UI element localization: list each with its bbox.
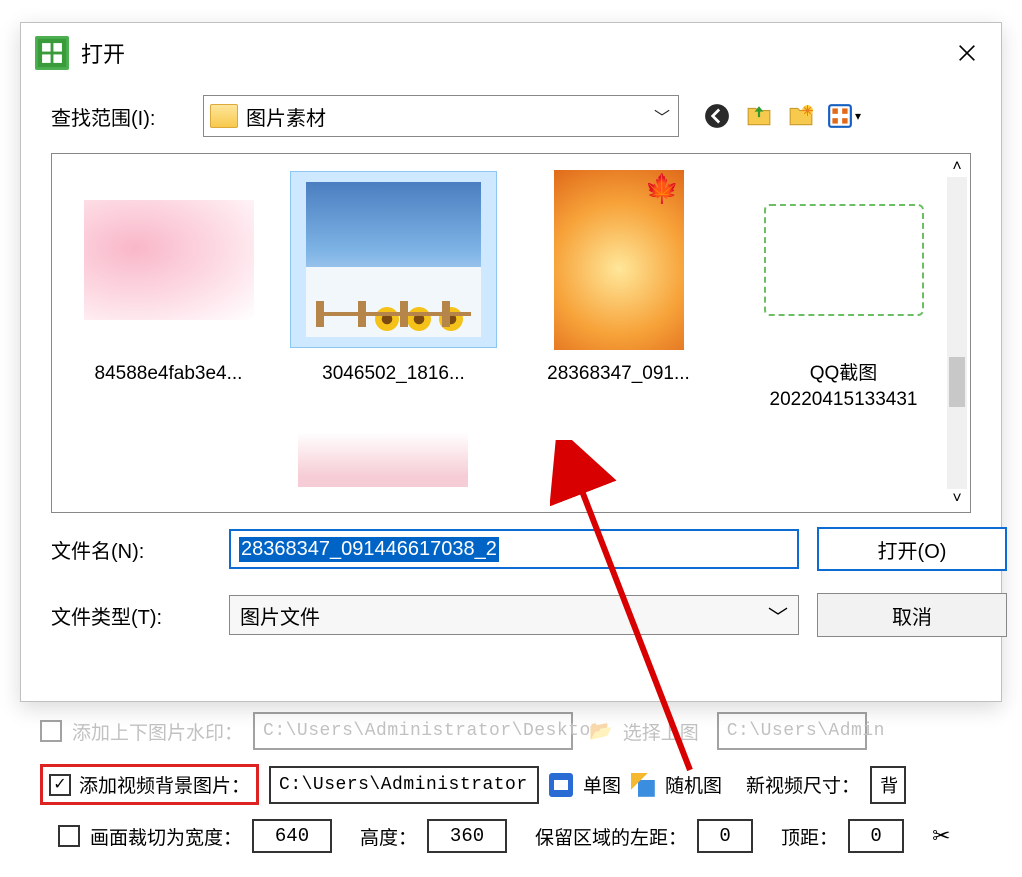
filetype-label: 文件类型(T): — [51, 601, 211, 630]
scroll-handle[interactable] — [949, 357, 965, 407]
filename-label: 文件名(N): — [51, 535, 211, 564]
file-thumb-partial[interactable] — [298, 432, 468, 487]
back-icon[interactable] — [701, 100, 733, 132]
up-folder-icon[interactable] — [743, 100, 775, 132]
file-name: QQ截图20220415133431 — [741, 361, 946, 412]
app-icon — [35, 36, 69, 70]
chevron-down-icon: ﹀ — [654, 104, 670, 128]
watermark-path-field[interactable]: C:\Users\Administrator\Deskto — [253, 712, 573, 750]
file-thumb[interactable]: QQ截图20220415133431 — [741, 172, 946, 412]
new-folder-icon[interactable] — [785, 100, 817, 132]
thumbnail-image — [306, 182, 481, 337]
folder-icon — [210, 104, 238, 128]
random-image-label[interactable]: 随机图 — [665, 771, 722, 798]
thumbnail-image — [554, 170, 684, 350]
file-name: 28368347_091... — [516, 361, 721, 387]
file-thumb-selected[interactable]: 3046502_1816... — [291, 172, 496, 387]
file-thumb[interactable]: 84588e4fab3e4... — [66, 172, 271, 387]
parent-window-strip: 添加上下图片水印： C:\Users\Administrator\Deskto … — [0, 702, 1022, 877]
file-name: 3046502_1816... — [291, 361, 496, 387]
cancel-button[interactable]: 取消 — [817, 593, 1007, 637]
scissors-icon[interactable]: ✂ — [932, 823, 950, 849]
crop-label: 画面裁切为宽度： — [90, 823, 242, 850]
keep-top-label: 顶距： — [781, 823, 838, 850]
scroll-up-icon[interactable]: ˄ — [947, 157, 967, 177]
view-mode-icon[interactable]: ▾ — [827, 100, 861, 132]
checkbox-crop[interactable] — [58, 825, 80, 847]
watermark-label: 添加上下图片水印： — [72, 718, 243, 745]
keep-left-label: 保留区域的左距： — [535, 823, 687, 850]
titlebar: 打开 — [21, 23, 1001, 81]
crop-width-field[interactable]: 640 — [252, 819, 332, 853]
scroll-down-icon[interactable]: ˅ — [947, 489, 967, 509]
keep-top-field[interactable]: 0 — [848, 819, 904, 853]
crop-height-label: 高度： — [360, 823, 417, 850]
file-name: 84588e4fab3e4... — [66, 361, 271, 387]
filetype-dropdown[interactable]: 图片文件 ﹀ — [229, 595, 799, 635]
scrollbar[interactable]: ˄ ˅ — [947, 157, 967, 509]
file-list-area[interactable]: 84588e4fab3e4... 3046502_1816... 2836834… — [51, 153, 971, 513]
open-file-dialog: 打开 查找范围(I): 图片素材 ﹀ ▾ — [20, 22, 1002, 702]
look-in-value: 图片素材 — [246, 102, 646, 131]
watermark-path2-field[interactable]: C:\Users\Admin — [717, 712, 867, 750]
bg-path-field[interactable]: C:\Users\Administrator — [269, 766, 539, 804]
add-bg-image-highlight: ✓ 添加视频背景图片： — [40, 764, 259, 805]
add-bg-label: 添加视频背景图片： — [79, 771, 250, 798]
checkbox-watermark[interactable] — [40, 720, 62, 742]
new-size-label: 新视频尺寸： — [746, 771, 860, 798]
crop-height-field[interactable]: 360 — [427, 819, 507, 853]
chevron-down-icon: ﹀ — [768, 601, 788, 630]
look-in-dropdown[interactable]: 图片素材 ﹀ — [203, 95, 679, 137]
choose-up-label[interactable]: 选择上图 — [623, 718, 699, 745]
keep-left-field[interactable]: 0 — [697, 819, 753, 853]
random-image-icon[interactable] — [631, 773, 655, 797]
look-in-label: 查找范围(I): — [51, 102, 181, 131]
single-image-label[interactable]: 单图 — [583, 771, 621, 798]
file-thumb[interactable]: 28368347_091... — [516, 172, 721, 387]
filename-input[interactable]: 28368347_091446617038_2 — [229, 529, 799, 569]
close-button[interactable] — [947, 33, 987, 73]
single-image-icon[interactable] — [549, 773, 573, 797]
thumbnail-image — [764, 204, 924, 316]
chevron-down-small-icon: ▾ — [855, 109, 861, 123]
checkbox-add-bg[interactable]: ✓ — [49, 774, 71, 796]
thumbnail-image — [84, 200, 254, 320]
open-button[interactable]: 打开(O) — [817, 527, 1007, 571]
dialog-title: 打开 — [81, 37, 935, 69]
new-size-field[interactable]: 背 — [870, 766, 906, 804]
choose-up-icon[interactable]: 📂 — [589, 719, 613, 743]
